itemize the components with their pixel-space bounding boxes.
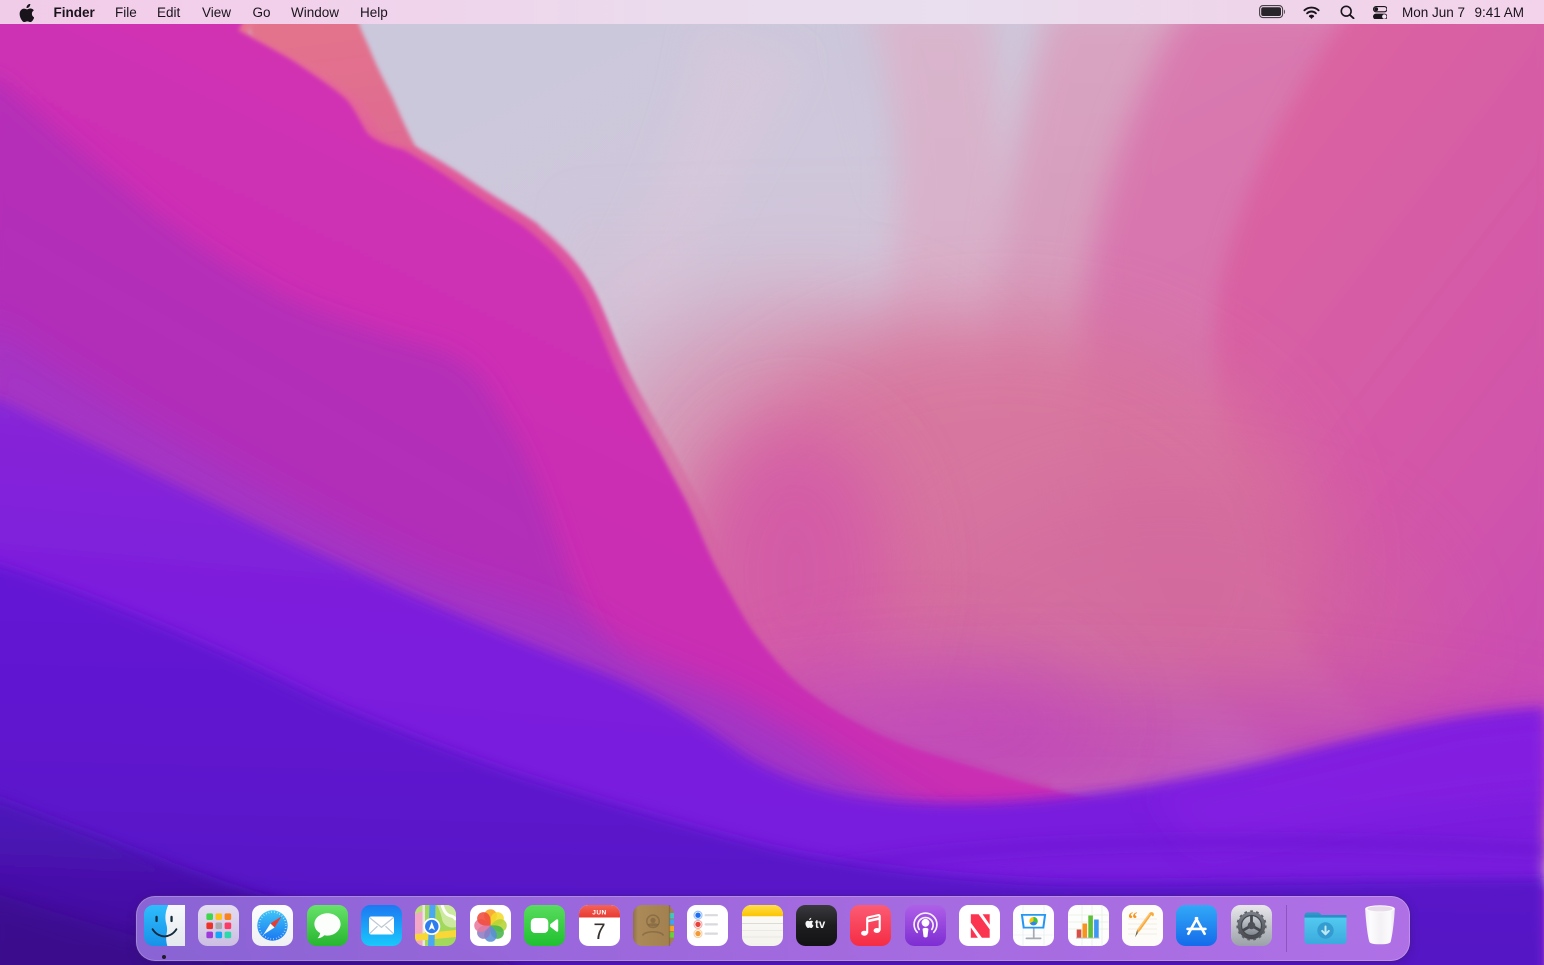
svg-text:JUN: JUN bbox=[592, 910, 607, 917]
svg-text:“: “ bbox=[1128, 909, 1138, 930]
svg-text:tv: tv bbox=[815, 919, 826, 931]
svg-text:7: 7 bbox=[593, 919, 605, 944]
